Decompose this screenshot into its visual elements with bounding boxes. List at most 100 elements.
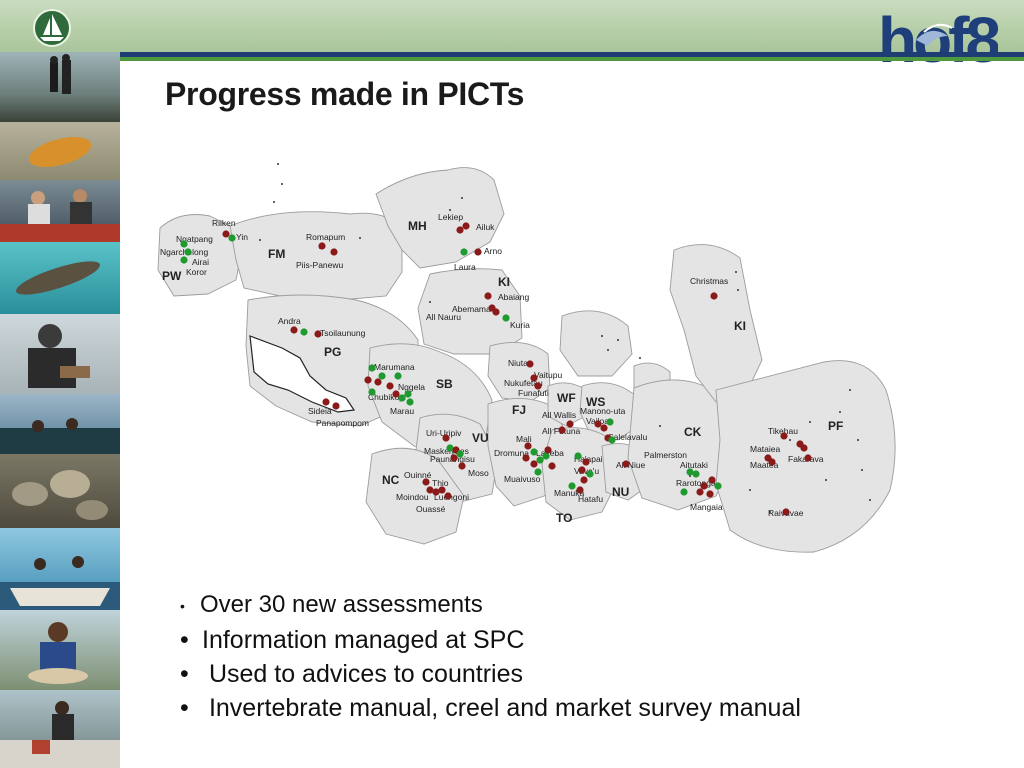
photo-sea-cucumber-sand (0, 122, 120, 180)
site-label: Funafuti (518, 388, 549, 398)
survey-site-marker (492, 308, 500, 316)
country-label: NU (612, 485, 629, 499)
survey-site-marker (530, 460, 538, 468)
site-label: Piis-Panewu (296, 260, 344, 270)
survey-site-marker (438, 486, 446, 494)
survey-site-marker (318, 242, 326, 250)
site-label: Abaiang (498, 292, 529, 302)
site-label: All Nauru (426, 312, 461, 322)
bullet-list: • Over 30 new assessments • Information ma… (180, 588, 960, 725)
survey-site-marker (568, 482, 576, 490)
country-label: FJ (512, 403, 526, 417)
photo-boat-crew (0, 528, 120, 610)
photo-boat-workers (0, 180, 120, 242)
survey-site-marker (696, 488, 704, 496)
country-label: CK (684, 425, 702, 439)
survey-site-marker (692, 470, 700, 478)
survey-site-marker (456, 450, 464, 458)
site-label: Muaivuso (504, 474, 541, 484)
survey-site-marker (708, 476, 716, 484)
photo-diver (0, 314, 120, 394)
site-label: Marau (390, 406, 414, 416)
survey-site-marker (300, 328, 308, 336)
survey-site-marker (586, 470, 594, 478)
site-label: Christmas (690, 276, 728, 286)
bullet-dot: • (180, 597, 185, 614)
survey-site-marker (524, 442, 532, 450)
survey-site-marker (406, 398, 414, 406)
site-label: Andra (278, 316, 301, 326)
pacific-eez-map: FM PW MH KI KI PG SB VU NC FJ WF WS TO N… (157, 163, 896, 553)
country-label: WF (557, 391, 576, 405)
site-label: Palmerston (644, 450, 687, 460)
survey-site-marker (576, 486, 584, 494)
survey-site-marker (768, 458, 776, 466)
photo-fisher-with-catch (0, 610, 120, 690)
site-label: Riiken (212, 218, 236, 228)
survey-site-marker (404, 390, 412, 398)
survey-site-marker (322, 398, 330, 406)
survey-site-marker (706, 490, 714, 498)
survey-site-marker (594, 420, 602, 428)
bullet-item: • Used to advices to countries (180, 657, 960, 691)
site-label: Moso (468, 468, 489, 478)
bullet-item: • Over 30 new assessments (180, 588, 960, 623)
survey-site-marker (460, 248, 468, 256)
site-label: Ailuk (476, 222, 495, 232)
survey-site-marker (378, 372, 386, 380)
survey-site-marker (530, 448, 538, 456)
survey-site-marker (580, 476, 588, 484)
survey-site-marker (606, 418, 614, 426)
bullet-item: • Information managed at SPC (180, 623, 960, 657)
bullet-dot: • (180, 693, 189, 722)
survey-site-marker (800, 444, 808, 452)
bullet-dot: • (180, 625, 189, 654)
photo-people-in-water (0, 394, 120, 454)
survey-site-marker (700, 482, 708, 490)
country-label: PF (828, 419, 843, 433)
survey-site-marker (462, 222, 470, 230)
survey-site-marker (502, 314, 510, 322)
survey-site-marker (780, 432, 788, 440)
country-label: MH (408, 219, 427, 233)
survey-site-marker (330, 248, 338, 256)
survey-site-marker (314, 330, 322, 338)
survey-site-marker (548, 462, 556, 470)
site-label: Hatafu (578, 494, 603, 504)
survey-site-marker (474, 248, 482, 256)
site-label: Moindou (396, 492, 429, 502)
bullet-item: • Invertebrate manual, creel and market … (180, 691, 960, 725)
country-label: KI (498, 275, 510, 289)
survey-site-marker (180, 256, 188, 264)
survey-site-marker (386, 382, 394, 390)
survey-site-marker (680, 488, 688, 496)
survey-site-marker (530, 374, 538, 382)
survey-site-marker (332, 402, 340, 410)
survey-site-marker (442, 434, 450, 442)
survey-site-marker (544, 446, 552, 454)
survey-site-marker (566, 420, 574, 428)
survey-site-marker (228, 234, 236, 242)
country-label: TO (556, 511, 572, 525)
sailboat-logo-icon (33, 9, 71, 47)
zone-ki-phoenix (559, 310, 633, 377)
country-label: KI (734, 319, 746, 333)
site-label: Ngarchelong (160, 247, 208, 257)
country-label: SB (436, 377, 453, 391)
site-label: Mali (516, 434, 532, 444)
survey-site-marker (364, 376, 372, 384)
photo-boat-deck (0, 690, 120, 768)
survey-site-marker (444, 492, 452, 500)
survey-site-marker (456, 226, 464, 234)
zone-ki-line (669, 244, 763, 403)
site-label: Sideia (308, 406, 332, 416)
country-label: PG (324, 345, 341, 359)
site-label: Ouassé (416, 504, 446, 514)
site-label: Kuria (510, 320, 530, 330)
country-label: FM (268, 247, 285, 261)
site-label: Marumana (374, 362, 415, 372)
site-label: Panapompom (316, 418, 369, 428)
survey-site-marker (574, 452, 582, 460)
survey-site-marker (608, 436, 616, 444)
site-label: Mangaia (690, 502, 723, 512)
